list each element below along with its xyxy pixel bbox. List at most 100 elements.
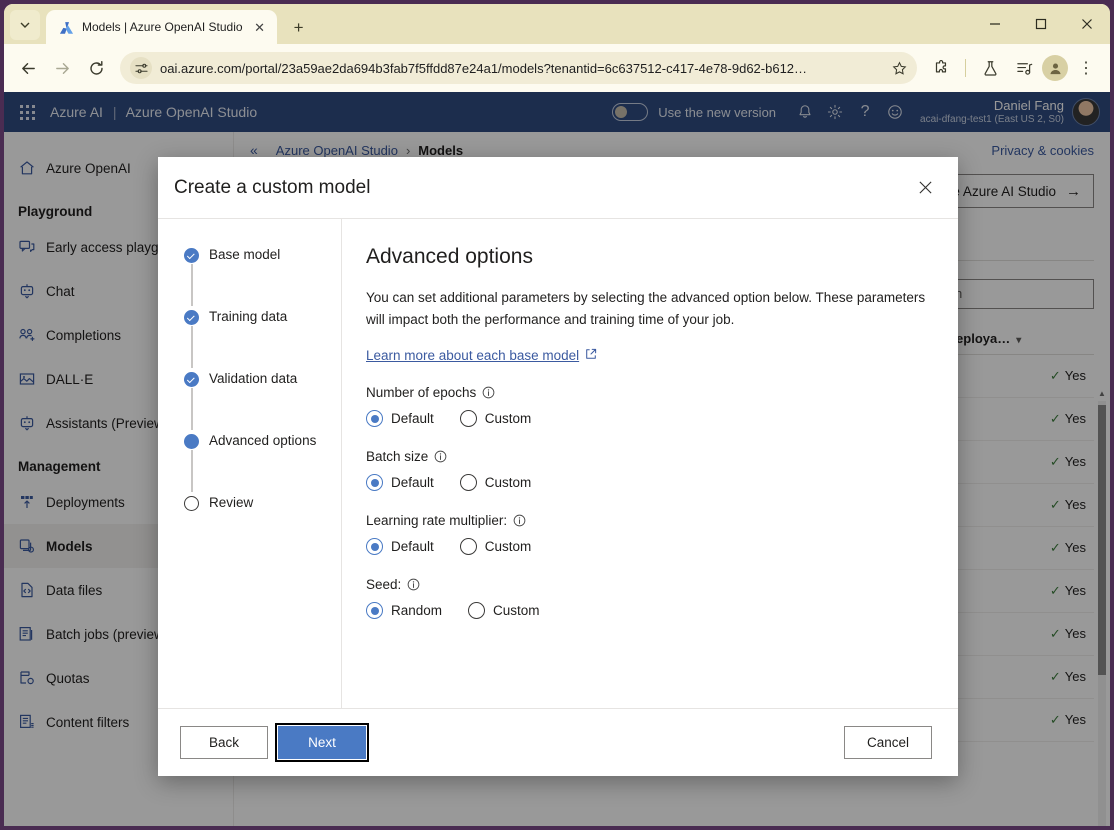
- radio-group: Random Custom: [366, 602, 928, 620]
- learn-more-label: Learn more about each base model: [366, 348, 580, 364]
- dialog-title: Create a custom model: [174, 176, 371, 198]
- radio-group: Default Custom: [366, 410, 928, 428]
- radio-epochs-custom[interactable]: Custom: [459, 410, 532, 428]
- field-label: Number of epochs: [366, 385, 928, 400]
- field-number-of-epochs: Number of epochs Default Custom: [366, 385, 928, 428]
- step-complete-icon: [184, 372, 199, 387]
- wizard-stepper: Base model Training data Validation data: [158, 219, 342, 708]
- radio-seed-custom[interactable]: Custom: [468, 602, 540, 620]
- field-label-text: Batch size: [366, 449, 429, 465]
- radio-label: Custom: [484, 411, 532, 427]
- step-complete-icon: [184, 248, 199, 263]
- dialog-header: Create a custom model: [158, 157, 958, 219]
- radio-label: Default: [391, 539, 434, 555]
- back-icon[interactable]: [12, 52, 44, 84]
- new-tab-button[interactable]: +: [285, 13, 313, 41]
- browser-tab-title: Models | Azure OpenAI Studio: [82, 20, 243, 34]
- address-bar[interactable]: oai.azure.com/portal/23a59ae2da694b3fab7…: [120, 52, 917, 84]
- step-connector: [191, 388, 193, 430]
- step-advanced-options[interactable]: Advanced options: [184, 433, 341, 495]
- bookmark-star-icon[interactable]: [887, 56, 911, 80]
- dialog-footer: Back Next Cancel: [158, 708, 958, 776]
- create-custom-model-dialog: Create a custom model Base model Trainin…: [158, 157, 958, 776]
- radio-label: Custom: [493, 603, 540, 619]
- radio-batch-custom[interactable]: Custom: [459, 474, 531, 492]
- field-learning-rate-multiplier: Learning rate multiplier: Default Custom: [366, 513, 928, 556]
- step-label: Review: [209, 495, 254, 510]
- step-pending-icon: [184, 496, 199, 511]
- labs-flask-icon[interactable]: [974, 52, 1006, 84]
- step-label: Advanced options: [209, 433, 317, 448]
- field-label-text: Seed:: [366, 577, 402, 593]
- step-connector: [191, 450, 193, 492]
- cancel-button[interactable]: Cancel: [844, 726, 932, 759]
- address-bar-url: oai.azure.com/portal/23a59ae2da694b3fab7…: [160, 60, 808, 76]
- azure-favicon: [58, 19, 74, 35]
- back-button[interactable]: Back: [180, 726, 268, 759]
- toolbar-divider: [965, 59, 966, 77]
- step-validation-data[interactable]: Validation data: [184, 371, 341, 433]
- field-batch-size: Batch size Default Custom: [366, 449, 928, 492]
- pane-paragraph: You can set additional parameters by sel…: [366, 290, 926, 327]
- info-icon[interactable]: [482, 386, 495, 399]
- step-base-model[interactable]: Base model: [184, 247, 341, 309]
- radio-unselected-icon: [459, 474, 477, 492]
- radio-selected-icon: [366, 474, 383, 492]
- site-settings-icon[interactable]: [130, 57, 152, 79]
- info-icon[interactable]: [407, 578, 420, 591]
- radio-seed-random[interactable]: Random: [366, 602, 443, 620]
- window-controls: [972, 4, 1110, 44]
- field-seed: Seed: Random Custom: [366, 577, 928, 620]
- radio-selected-icon: [366, 538, 383, 556]
- radio-group: Default Custom: [366, 474, 928, 492]
- advanced-options-pane: Advanced options You can set additional …: [342, 219, 958, 708]
- step-review[interactable]: Review: [184, 495, 341, 511]
- dialog-body: Base model Training data Validation data: [158, 219, 958, 708]
- radio-unselected-icon: [459, 538, 477, 556]
- radio-label: Default: [391, 411, 434, 427]
- step-label: Training data: [209, 309, 288, 324]
- field-label-text: Learning rate multiplier:: [366, 513, 508, 529]
- radio-unselected-icon: [468, 602, 486, 620]
- learn-more-link[interactable]: Learn more about each base model: [366, 348, 597, 363]
- radio-lrm-default[interactable]: Default: [366, 538, 434, 556]
- field-label-text: Number of epochs: [366, 385, 477, 401]
- browser-tabstrip: Models | Azure OpenAI Studio ✕ +: [4, 4, 1110, 44]
- radio-group: Default Custom: [366, 538, 928, 556]
- step-connector: [191, 326, 193, 368]
- reading-list-icon[interactable]: [1008, 52, 1040, 84]
- browser-profile-icon[interactable]: [1042, 55, 1068, 81]
- window-maximize-icon[interactable]: [1018, 4, 1064, 44]
- radio-batch-default[interactable]: Default: [366, 474, 434, 492]
- step-complete-icon: [184, 310, 199, 325]
- browser-menu-icon[interactable]: ⋮: [1070, 52, 1102, 84]
- browser-toolbar: oai.azure.com/portal/23a59ae2da694b3fab7…: [4, 44, 1110, 92]
- field-label: Seed:: [366, 577, 928, 592]
- step-training-data[interactable]: Training data: [184, 309, 341, 371]
- radio-selected-icon: [366, 410, 383, 428]
- step-current-icon: [184, 434, 199, 449]
- radio-epochs-default[interactable]: Default: [366, 410, 434, 428]
- window-minimize-icon[interactable]: [972, 4, 1018, 44]
- radio-label: Custom: [484, 539, 532, 555]
- extensions-puzzle-icon[interactable]: [925, 52, 957, 84]
- info-icon[interactable]: [434, 450, 447, 463]
- tab-close-icon[interactable]: ✕: [251, 18, 269, 36]
- browser-tab[interactable]: Models | Azure OpenAI Studio ✕: [46, 10, 277, 44]
- reload-icon[interactable]: [80, 52, 112, 84]
- close-icon[interactable]: [910, 173, 940, 203]
- window-close-icon[interactable]: [1064, 4, 1110, 44]
- next-button[interactable]: Next: [275, 723, 369, 762]
- radio-lrm-custom[interactable]: Custom: [459, 538, 532, 556]
- step-label: Base model: [209, 247, 281, 262]
- screen: Models | Azure OpenAI Studio ✕ + oai.azu…: [0, 0, 1114, 830]
- field-label: Batch size: [366, 449, 928, 464]
- field-label: Learning rate multiplier:: [366, 513, 928, 528]
- azure-openai-studio-app: Azure AI | Azure OpenAI Studio Use the n…: [4, 92, 1110, 826]
- tab-search-chevron-icon[interactable]: [10, 10, 40, 40]
- radio-label: Default: [391, 475, 434, 491]
- radio-label: Random: [391, 603, 443, 619]
- radio-unselected-icon: [459, 410, 477, 428]
- info-icon[interactable]: [513, 514, 526, 527]
- browser-window: Models | Azure OpenAI Studio ✕ + oai.azu…: [4, 4, 1110, 826]
